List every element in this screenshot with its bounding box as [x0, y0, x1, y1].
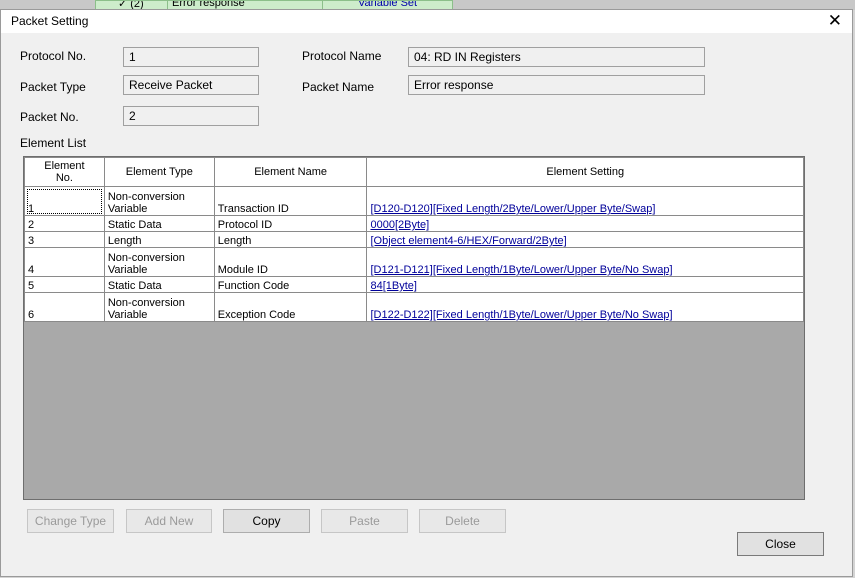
protocol-name-label: Protocol Name [302, 49, 382, 63]
element-setting-link[interactable]: 0000[2Byte] [370, 219, 429, 231]
table-header-row: Element No. Element Type Element Name El… [24, 157, 804, 187]
element-name-cell[interactable]: Module ID [213, 247, 368, 277]
element-table: Element No. Element Type Element Name El… [24, 157, 804, 322]
background-cell: Variable Set [358, 0, 418, 9]
element-name-cell[interactable]: Exception Code [213, 292, 368, 322]
column-header-element-no[interactable]: Element No. [24, 157, 105, 187]
packet-name-label: Packet Name [302, 80, 375, 94]
element-name-cell[interactable]: Length [213, 231, 368, 248]
element-setting-cell[interactable]: 0000[2Byte] [366, 215, 804, 232]
protocol-no-label: Protocol No. [20, 49, 87, 63]
element-type-line: Variable [107, 264, 148, 276]
element-no-cell[interactable]: 4 [24, 247, 105, 277]
element-setting-cell[interactable]: [Object element4-6/HEX/Forward/2Byte] [366, 231, 804, 248]
paste-button[interactable]: Paste [321, 509, 408, 533]
table-row[interactable]: 1 Non-conversion Variable Transaction ID … [24, 186, 804, 216]
column-header-label: Element No. [44, 160, 85, 184]
element-type-cell[interactable]: Non-conversion Variable [103, 247, 215, 277]
element-name-cell[interactable]: Function Code [213, 276, 368, 293]
protocol-name-field: 04: RD IN Registers [408, 47, 705, 67]
element-setting-cell[interactable]: [D121-D121][Fixed Length/1Byte/Lower/Upp… [366, 247, 804, 277]
element-type-cell[interactable]: Non-conversion Variable [103, 292, 215, 322]
element-type-line: Non-conversion [107, 191, 185, 203]
element-no-cell[interactable]: 1 [24, 186, 105, 216]
element-setting-link[interactable]: [D122-D122][Fixed Length/1Byte/Lower/Upp… [370, 309, 672, 321]
packet-setting-dialog: Packet Setting ✕ Protocol No. 1 Packet T… [0, 9, 853, 577]
element-no-cell[interactable]: 2 [24, 215, 105, 232]
table-row[interactable]: 3 Length Length [Object element4-6/HEX/F… [24, 231, 804, 248]
change-type-button[interactable]: Change Type [27, 509, 114, 533]
title-bar: Packet Setting ✕ [1, 10, 852, 33]
close-icon[interactable]: ✕ [828, 11, 842, 31]
element-setting-link[interactable]: 84[1Byte] [370, 280, 416, 292]
protocol-no-field: 1 [123, 47, 259, 67]
background-cell: Error response [172, 0, 245, 9]
column-header-element-type[interactable]: Element Type [103, 157, 215, 187]
table-row[interactable]: 5 Static Data Function Code 84[1Byte] [24, 276, 804, 293]
element-type-line: Non-conversion [107, 297, 185, 309]
element-list-label: Element List [20, 136, 87, 150]
table-row[interactable]: 2 Static Data Protocol ID 0000[2Byte] [24, 215, 804, 232]
packet-no-label: Packet No. [20, 110, 79, 124]
packet-type-field: Receive Packet [123, 75, 259, 95]
element-list-grid[interactable]: Element No. Element Type Element Name El… [23, 156, 805, 500]
element-no-cell[interactable]: 3 [24, 231, 105, 248]
element-setting-cell[interactable]: 84[1Byte] [366, 276, 804, 293]
element-type-line: Variable [107, 203, 148, 215]
column-header-element-setting[interactable]: Element Setting [366, 157, 804, 187]
column-header-element-name[interactable]: Element Name [213, 157, 368, 187]
element-type-cell[interactable]: Non-conversion Variable [103, 186, 215, 216]
element-setting-link[interactable]: [Object element4-6/HEX/Forward/2Byte] [370, 235, 566, 247]
copy-button[interactable]: Copy [223, 509, 310, 533]
dialog-title: Packet Setting [11, 14, 89, 28]
table-row[interactable]: 4 Non-conversion Variable Module ID [D121… [24, 247, 804, 277]
packet-no-field: 2 [123, 106, 259, 126]
add-new-button[interactable]: Add New [126, 509, 212, 533]
element-type-line: Non-conversion [107, 252, 185, 264]
close-button[interactable]: Close [737, 532, 824, 556]
packet-name-field: Error response [408, 75, 705, 95]
element-type-cell[interactable]: Static Data [103, 215, 215, 232]
element-no-cell[interactable]: 5 [24, 276, 105, 293]
element-type-cell[interactable]: Static Data [103, 276, 215, 293]
element-setting-cell[interactable]: [D120-D120][Fixed Length/2Byte/Lower/Upp… [366, 186, 804, 216]
element-type-line: Variable [107, 309, 148, 321]
element-setting-cell[interactable]: [D122-D122][Fixed Length/1Byte/Lower/Upp… [366, 292, 804, 322]
element-type-cell[interactable]: Length [103, 231, 215, 248]
element-no-cell[interactable]: 6 [24, 292, 105, 322]
element-setting-link[interactable]: [D121-D121][Fixed Length/1Byte/Lower/Upp… [370, 264, 672, 276]
table-row[interactable]: 6 Non-conversion Variable Exception Code … [24, 292, 804, 322]
packet-type-label: Packet Type [20, 80, 86, 94]
element-name-cell[interactable]: Transaction ID [213, 186, 368, 216]
delete-button[interactable]: Delete [419, 509, 506, 533]
element-name-cell[interactable]: Protocol ID [213, 215, 368, 232]
element-setting-link[interactable]: [D120-D120][Fixed Length/2Byte/Lower/Upp… [370, 203, 655, 215]
